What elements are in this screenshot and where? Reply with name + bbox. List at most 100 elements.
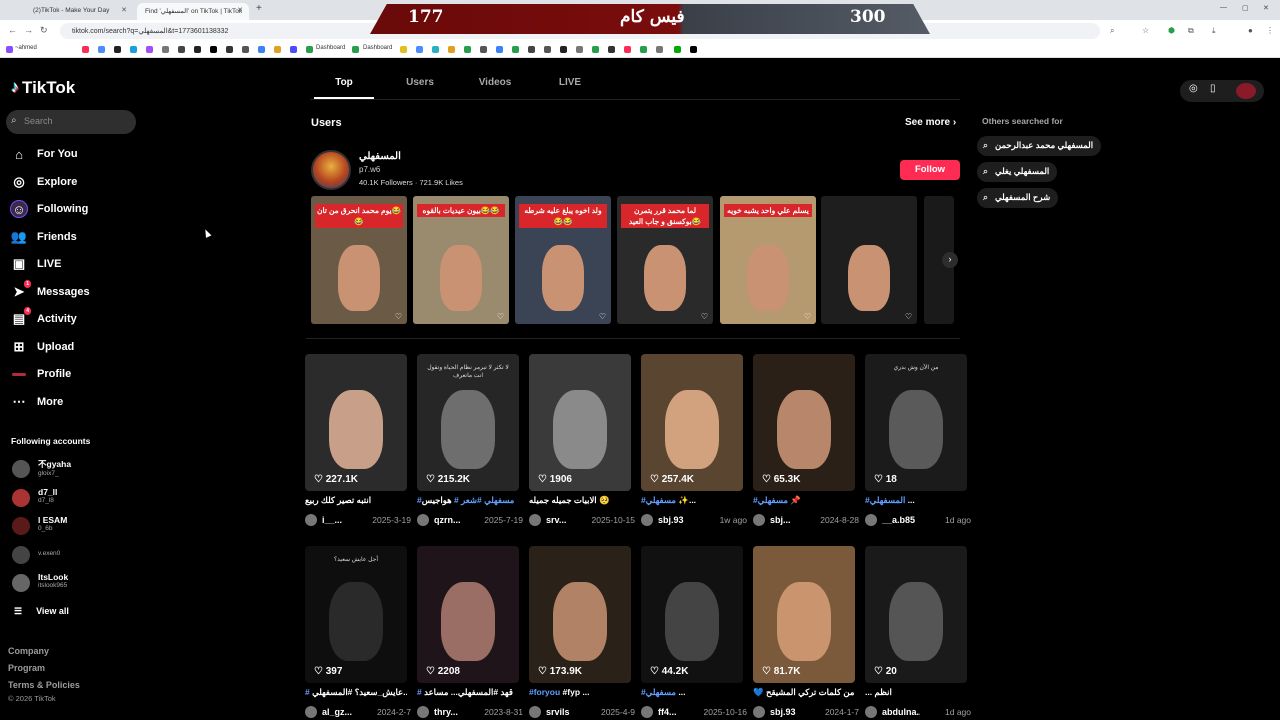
download-icon[interactable]: ⤓	[1212, 26, 1216, 36]
close-window-icon[interactable]: ✕	[1263, 4, 1269, 12]
bookmark-icon[interactable]	[114, 46, 121, 53]
hashtag[interactable]: #foryou	[529, 687, 560, 697]
video-card[interactable]: أجل عايش سعيد؟ ♡ 397	[305, 546, 407, 683]
footer-terms[interactable]: Terms & Policies	[8, 680, 80, 690]
bookmark-icon[interactable]	[416, 46, 423, 53]
author-name[interactable]: al_gz...	[322, 707, 352, 717]
nav-explore[interactable]: ◎ Explore	[10, 172, 77, 192]
video-card[interactable]: ♡ 81.7K	[753, 546, 855, 683]
bookmark-icon[interactable]	[194, 46, 201, 53]
following-account[interactable]: d7_ll d7_l8	[12, 487, 57, 507]
bookmark-icon[interactable]	[448, 46, 455, 53]
tiktok-logo[interactable]: ♪ TikTok	[11, 78, 75, 98]
footer-program[interactable]: Program	[8, 663, 45, 673]
bookmark-icon[interactable]	[674, 46, 681, 53]
video-description[interactable]: # قهد #المسفهلي... مساعد	[417, 687, 519, 698]
view-all-following[interactable]: ☰ View all	[14, 601, 69, 621]
video-description[interactable]: 💙 من كلمات تركي المشيقح	[753, 687, 855, 698]
menu-icon[interactable]: ⋮	[1266, 26, 1274, 35]
bookmark-icon[interactable]	[130, 46, 137, 53]
bookmark-icon[interactable]	[656, 46, 663, 53]
hashtag[interactable]: #مسفهلي	[641, 495, 676, 505]
bookmark-icon[interactable]	[624, 46, 631, 53]
tab-top[interactable]: Top	[314, 77, 374, 88]
next-arrow-icon[interactable]: ›	[942, 252, 958, 268]
bookmark-icon[interactable]	[690, 46, 697, 53]
hashtag[interactable]: #	[417, 687, 422, 697]
hashtag[interactable]: #مسفهلي	[753, 495, 788, 505]
bookmark-icon[interactable]	[480, 46, 487, 53]
author-avatar[interactable]	[529, 514, 541, 526]
bookmark-icon[interactable]	[146, 46, 153, 53]
bookmark-icon[interactable]	[162, 46, 169, 53]
video-description[interactable]: #مسفهلي 📌	[753, 495, 855, 506]
author-name[interactable]: sbj.93	[770, 707, 796, 717]
bookmark-icon[interactable]	[210, 46, 217, 53]
nav-for-you[interactable]: ⌂ For You	[10, 144, 77, 164]
profile-avatar[interactable]	[1236, 83, 1256, 99]
video-card[interactable]: ♡ 65.3K	[753, 354, 855, 491]
follow-button[interactable]: Follow	[900, 160, 960, 180]
following-account[interactable]: l ESAM 0_6b	[12, 515, 67, 535]
footer-company[interactable]: Company	[8, 646, 49, 656]
video-description[interactable]: الابيات جميله جميله 🥺	[529, 495, 631, 506]
bookmark-icon[interactable]	[544, 46, 551, 53]
following-account[interactable]: 不gyaha gloix7_	[12, 458, 71, 478]
author-avatar[interactable]	[529, 706, 541, 718]
tab-live[interactable]: LIVE	[540, 77, 600, 88]
author-name[interactable]: srvils	[546, 707, 570, 717]
user-video-thumb[interactable]: بيون عيديات بالقوه😂😂 ♡	[413, 196, 509, 324]
extensions-icon[interactable]: ⧉	[1188, 26, 1194, 36]
author-avatar[interactable]	[753, 514, 765, 526]
bookmark-label[interactable]: Dashboard	[363, 45, 392, 51]
bookmark-icon[interactable]	[496, 46, 503, 53]
nav-profile[interactable]: Profile	[10, 364, 71, 384]
following-account[interactable]: ItsLook itslook965	[12, 572, 68, 592]
bookmark-icon[interactable]	[608, 46, 615, 53]
nav-friends[interactable]: 👥 Friends	[10, 227, 77, 247]
author-avatar[interactable]	[305, 514, 317, 526]
bookmark-label[interactable]: Dashboard	[316, 45, 345, 51]
bookmark-icon[interactable]	[290, 46, 297, 53]
related-search-chip[interactable]: ⌕ المسفهلي محمد عبدالرحمن	[977, 136, 1102, 156]
hashtag[interactable]: #	[305, 687, 310, 697]
bookmark-icon[interactable]	[274, 46, 281, 53]
user-avatar[interactable]	[311, 150, 351, 190]
author-avatar[interactable]	[865, 514, 877, 526]
nav-following[interactable]: ☺ Following	[10, 199, 88, 219]
related-search-chip[interactable]: ⌕ المسفهلي يغلي	[977, 162, 1058, 182]
browser-tab-active[interactable]: Find 'المسفهلي' on TikTok | TikTok ✕	[137, 3, 249, 20]
profile-avatar-icon[interactable]: ●	[1248, 26, 1253, 35]
user-video-thumb[interactable]: ♡	[821, 196, 917, 324]
bookmark-icon[interactable]	[464, 46, 471, 53]
zoom-icon[interactable]: ⌕	[1110, 26, 1114, 36]
tab-users[interactable]: Users	[390, 77, 450, 88]
bookmark-icon[interactable]	[560, 46, 567, 53]
bookmark-icon[interactable]	[6, 46, 13, 53]
hashtag[interactable]: #المسفهلي	[865, 495, 905, 505]
bookmark-icon[interactable]	[592, 46, 599, 53]
user-video-thumb[interactable]: يسلم علي واحد يشبه خويه ♡	[720, 196, 816, 324]
video-card[interactable]: ♡ 227.1K	[305, 354, 407, 491]
bookmark-icon[interactable]	[640, 46, 647, 53]
nav-activity[interactable]: ▤ 4 Activity	[10, 307, 77, 329]
video-description[interactable]: ... انظم	[865, 687, 967, 698]
video-card[interactable]: ♡ 20	[865, 546, 967, 683]
maximize-icon[interactable]: ▢	[1242, 4, 1249, 12]
bookmark-star-icon[interactable]: ☆	[1142, 26, 1149, 35]
related-search-chip[interactable]: ⌕ شرح المسفهلي	[977, 188, 1059, 208]
bookmark-label[interactable]: ~ahmed	[15, 45, 37, 51]
bookmark-icon[interactable]	[306, 46, 313, 53]
reload-icon[interactable]: ↻	[40, 25, 48, 36]
video-description[interactable]: # عايش_سعيد؟ #المسفهلي...	[305, 687, 407, 698]
search-input[interactable]: ⌕ Search	[6, 110, 136, 134]
browser-tab[interactable]: (2)TikTok - Make Your Day ✕	[25, 3, 133, 20]
bookmark-icon[interactable]	[576, 46, 583, 53]
bookmark-icon[interactable]	[98, 46, 105, 53]
video-description[interactable]: #foryou #fyp ...	[529, 687, 631, 697]
bookmark-icon[interactable]	[432, 46, 439, 53]
user-name[interactable]: المسفهلي	[359, 151, 401, 162]
hashtag[interactable]: #مسفهلي	[641, 687, 676, 697]
bookmark-icon[interactable]	[400, 46, 407, 53]
bookmark-icon[interactable]	[258, 46, 265, 53]
